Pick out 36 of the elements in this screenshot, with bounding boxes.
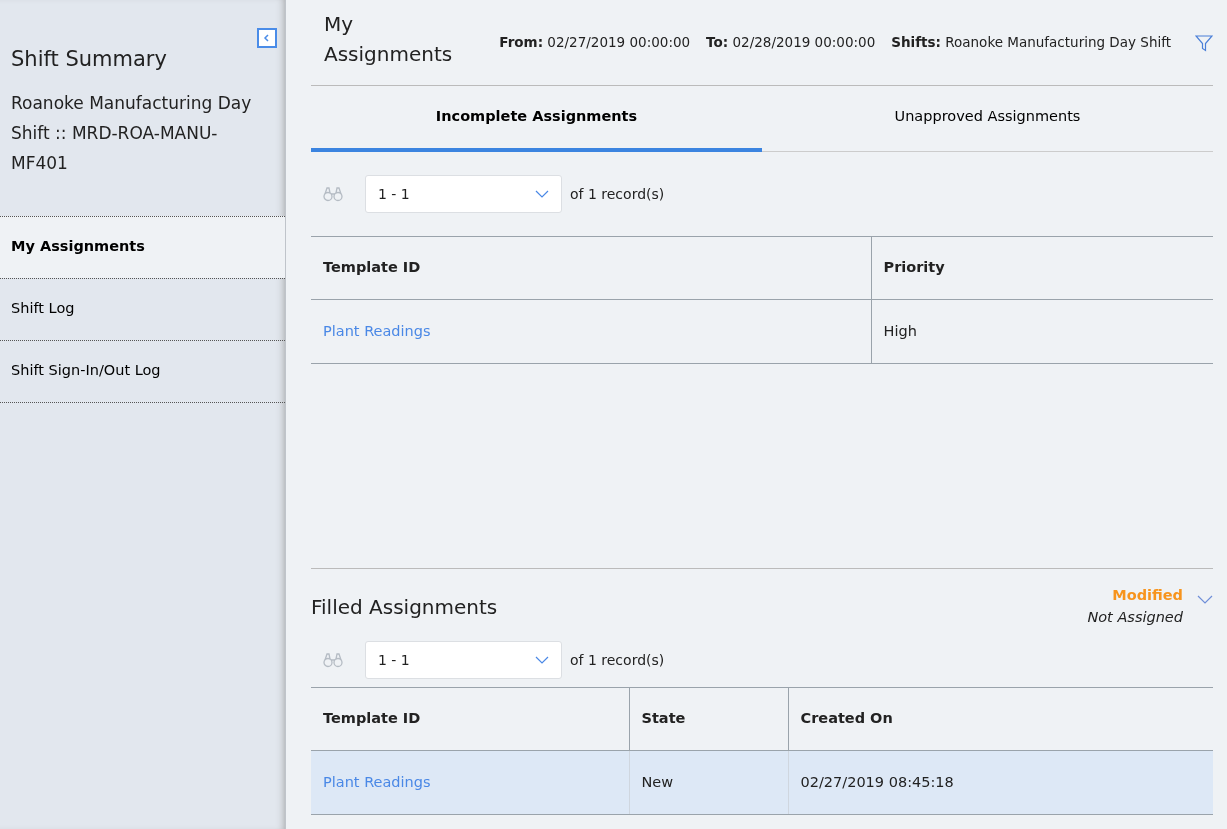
table-cell: High: [883, 322, 917, 339]
filter-text: Shifts: Roanoke Manufacturing Day Shift: [891, 33, 1171, 53]
filter-text: To: 02/28/2019 00:00:00: [706, 33, 876, 53]
table-row[interactable]: Plant Readings High: [311, 299, 1213, 364]
page-range-dropdown[interactable]: 1 - 1: [365, 175, 562, 213]
chevron-down-icon[interactable]: [1197, 594, 1213, 604]
status-text: Modified: [1111, 586, 1183, 606]
section-title: Filled Assignments: [311, 594, 499, 621]
sidebar-item[interactable]: Shift Log: [0, 277, 285, 340]
column-header: State: [629, 687, 788, 751]
table-row[interactable]: Plant Readings New 02/27/2019 08:45:18: [311, 750, 1213, 815]
tab[interactable]: Incomplete Assignments: [311, 86, 762, 152]
sidebar-title: Shift Summary: [11, 46, 168, 73]
shift-name: Shift :: MRD-ROA-MANU-MF401: [11, 121, 219, 175]
chevron-down-icon: [535, 656, 549, 664]
chevron-down-icon: [535, 190, 549, 198]
sidebar-item[interactable]: My Assignments: [0, 215, 285, 278]
record-count: of 1 record(s): [570, 184, 665, 204]
binoculars-icon[interactable]: [323, 186, 343, 202]
column-header: Priority: [871, 236, 1213, 300]
shift-name: Roanoke Manufacturing Day: [11, 91, 253, 115]
record-count: of 1 record(s): [570, 650, 665, 670]
tab[interactable]: Unapproved Assignments: [762, 86, 1213, 152]
filter-text: From: 02/27/2019 00:00:00: [499, 33, 691, 53]
column-header: Template ID: [311, 236, 871, 300]
sidebar-item[interactable]: Shift Sign-In/Out Log: [0, 339, 285, 402]
binoculars-icon[interactable]: [323, 652, 343, 668]
page-title: My Assignments: [324, 10, 454, 68]
collapse-button[interactable]: [257, 28, 277, 48]
column-header: Template ID: [311, 687, 629, 751]
table-cell: New: [641, 773, 674, 790]
column-header: Created On: [788, 687, 1213, 751]
assignee-text: Not Assigned: [1087, 608, 1183, 627]
table-cell: 02/27/2019 08:45:18: [800, 773, 954, 790]
chevron-left-icon: [263, 34, 271, 42]
page-range-dropdown[interactable]: 1 - 1: [365, 641, 562, 679]
